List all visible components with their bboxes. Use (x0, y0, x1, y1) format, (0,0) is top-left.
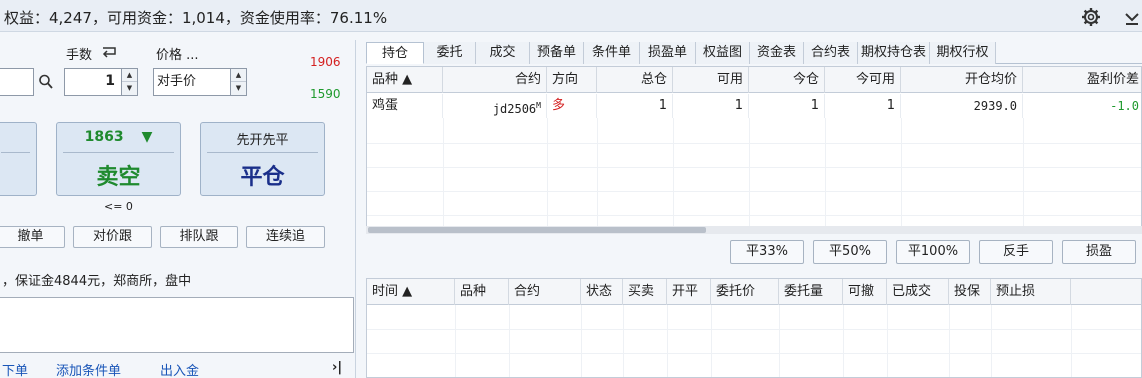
col-available[interactable]: 可用 (673, 67, 749, 93)
col-today[interactable]: 今仓 (749, 67, 825, 93)
qty-spin[interactable]: ▲ ▼ (121, 69, 137, 95)
col-avg-price[interactable]: 开仓均价 (901, 67, 1023, 93)
orders-table: 时间 ▲ 品种 合约 状态 买卖 开平 委托价 委托量 可撤 已成交 投保 预止… (366, 278, 1142, 378)
price-type-value: 对手价 (157, 74, 197, 89)
close-position-button[interactable]: 先开先平 平仓 (200, 122, 325, 196)
col-status[interactable]: 状态 (581, 279, 623, 305)
cell-available: 1 (673, 94, 749, 118)
cell-avg-price: 2939.0 (901, 94, 1023, 118)
col-total[interactable]: 总仓 (597, 67, 673, 93)
col-filled[interactable]: 已成交 (887, 279, 949, 305)
col-today-available[interactable]: 今可用 (825, 67, 901, 93)
contract-info: ，保证金4844元，郑商所，盘中 (2, 274, 192, 289)
positions-horizontal-scrollbar[interactable] (366, 226, 1142, 234)
tab-orders[interactable]: 委托 (424, 42, 476, 64)
sell-short-label: 卖空 (96, 164, 141, 190)
cell-contract: jd2506M (443, 94, 547, 118)
col-order-price[interactable]: 委托价 (711, 279, 779, 305)
qty-stepper[interactable]: 1 ▲ ▼ (64, 68, 138, 96)
col-cancellable[interactable]: 可撤 (843, 279, 887, 305)
positions-header: 品种 ▲ 合约 方向 总仓 可用 今仓 今可用 开仓均价 盈利价差 (367, 67, 1141, 93)
col-pnl-spread[interactable]: 盈利价差 (1023, 67, 1141, 93)
col-order-qty[interactable]: 委托量 (779, 279, 843, 305)
sell-price: 1863 (84, 129, 124, 145)
stop-profit-loss-button[interactable]: 损盈 (1062, 240, 1136, 264)
order-note-box (0, 297, 354, 353)
search-icon[interactable] (38, 73, 54, 95)
cell-today: 1 (749, 94, 825, 118)
positions-table: 品种 ▲ 合约 方向 总仓 可用 今仓 今可用 开仓均价 盈利价差 鸡蛋 jd2… (366, 66, 1142, 228)
order-panel: 手数 价格 ... 1906 1590 1 ▲ ▼ 对手价 ▲ ▼ 1863 ▼ 卖空… (0, 40, 356, 378)
cancel-order-button[interactable]: 撤单 (0, 226, 65, 248)
sell-short-button[interactable]: 1863 ▼ 卖空 (56, 122, 181, 196)
close-mode: 先开先平 (236, 133, 289, 148)
cell-pnl-spread: -1.0 (1023, 94, 1141, 118)
scrollbar-thumb[interactable] (368, 227, 706, 233)
close-100-button[interactable]: 平100% (896, 240, 970, 264)
tab-bar: 持仓 委托 成交 预备单 条件单 损盈单 权益图 资金表 合约表 期权持仓表 期… (366, 42, 1142, 64)
cell-product: 鸡蛋 (367, 94, 443, 118)
table-row[interactable]: 鸡蛋 jd2506M 多 1 1 1 1 2939.0 -1.0 (367, 94, 1141, 118)
lower-limit-price: 1590 (310, 87, 341, 101)
col-open-close[interactable]: 开平 (667, 279, 711, 305)
close-position-label: 平仓 (240, 164, 285, 190)
tab-option-positions[interactable]: 期权持仓表 (858, 42, 930, 64)
buy-button[interactable] (0, 122, 37, 196)
tab-trades[interactable]: 成交 (476, 42, 530, 64)
gear-icon[interactable] (1080, 6, 1102, 28)
price-type-select[interactable]: 对手价 ▲ ▼ (153, 68, 247, 96)
price-spin[interactable]: ▲ ▼ (230, 69, 246, 95)
qty-value: 1 (105, 73, 115, 89)
qty-label: 手数 (66, 48, 93, 63)
tab-positions[interactable]: 持仓 (366, 42, 424, 64)
upper-limit-price: 1906 (310, 55, 341, 69)
cell-direction: 多 (547, 94, 597, 118)
follow-opposite-button[interactable]: 对价跟 (73, 226, 152, 248)
tab-stop-orders[interactable]: 损盈单 (640, 42, 696, 64)
price-label: 价格 ... (156, 48, 199, 63)
col-pre-stop[interactable]: 预止损 (991, 279, 1071, 305)
collapse-panel-icon[interactable]: ›| (332, 360, 342, 375)
col-order-product[interactable]: 品种 (455, 279, 509, 305)
close-33-button[interactable]: 平33% (730, 240, 804, 264)
col-direction[interactable]: 方向 (547, 67, 597, 93)
close-50-button[interactable]: 平50% (813, 240, 887, 264)
tab-funds[interactable]: 资金表 (750, 42, 804, 64)
chase-continuous-button[interactable]: 连续追 (246, 226, 325, 248)
sell-available: <= 0 (104, 200, 133, 213)
col-product[interactable]: 品种 ▲ (367, 67, 443, 93)
cell-today-available: 1 (825, 94, 901, 118)
col-side[interactable]: 买卖 (623, 279, 667, 305)
col-order-contract[interactable]: 合约 (509, 279, 581, 305)
add-condition-link[interactable]: 添加条件单 (56, 360, 121, 378)
deposit-withdraw-link[interactable]: 出入金 (160, 360, 199, 378)
tab-option-exercise[interactable]: 期权行权 (930, 42, 996, 64)
down-arrow-icon: ▼ (141, 129, 153, 145)
place-order-link[interactable]: 下单 (2, 360, 28, 378)
follow-queue-button[interactable]: 排队跟 (160, 226, 238, 248)
tab-equity-chart[interactable]: 权益图 (696, 42, 750, 64)
col-hedge[interactable]: 投保 (949, 279, 991, 305)
tab-conditional-orders[interactable]: 条件单 (584, 42, 640, 64)
tab-contracts[interactable]: 合约表 (804, 42, 858, 64)
col-time[interactable]: 时间 ▲ (367, 279, 455, 305)
orders-header: 时间 ▲ 品种 合约 状态 买卖 开平 委托价 委托量 可撤 已成交 投保 预止… (367, 279, 1141, 305)
account-summary-bar: 权益：4,247，可用资金：1,014，资金使用率：76.11% (0, 0, 1142, 32)
tab-prepared-orders[interactable]: 预备单 (530, 42, 584, 64)
col-contract[interactable]: 合约 (443, 67, 547, 93)
return-icon[interactable] (100, 46, 118, 64)
cell-total: 1 (597, 94, 673, 118)
chevron-down-icon[interactable] (1122, 6, 1142, 28)
contract-input[interactable] (0, 68, 34, 96)
reverse-button[interactable]: 反手 (979, 240, 1053, 264)
account-summary: 权益：4,247，可用资金：1,014，资金使用率：76.11% (4, 9, 388, 27)
